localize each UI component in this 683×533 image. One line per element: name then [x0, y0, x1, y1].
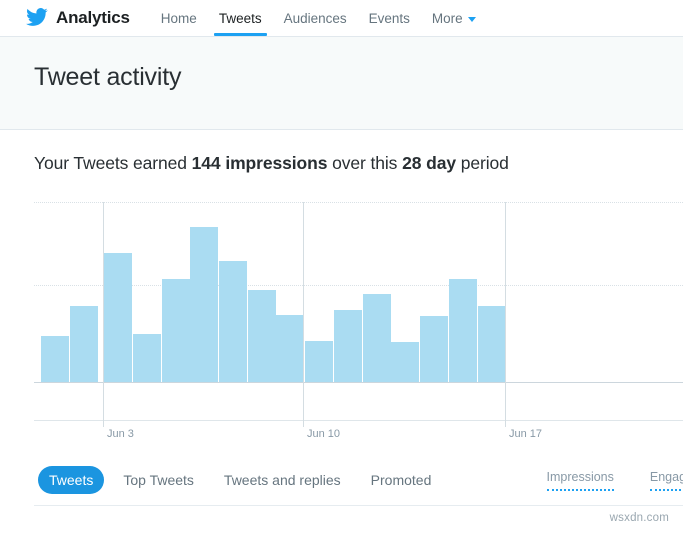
chart-bar[interactable]	[334, 310, 362, 382]
tab-top-tweets[interactable]: Top Tweets	[112, 466, 205, 494]
chart-bar[interactable]	[449, 279, 477, 382]
chart-bar[interactable]	[190, 227, 218, 382]
chart-bar[interactable]	[248, 290, 276, 382]
chart-bar[interactable]	[276, 315, 304, 382]
summary-impressions: 144 impressions	[191, 153, 328, 173]
chart-bar[interactable]	[133, 334, 161, 382]
chart-filter-bar: Tweets Top Tweets Tweets and replies Pro…	[0, 466, 683, 500]
tab-promoted[interactable]: Promoted	[360, 466, 443, 494]
chart-axis-rule	[34, 420, 683, 421]
chart-bar[interactable]	[391, 342, 419, 382]
chart-bar[interactable]	[70, 306, 98, 382]
nav-item-label: Tweets	[218, 10, 262, 26]
nav-item-home[interactable]: Home	[150, 0, 208, 36]
tab-label: Promoted	[370, 472, 432, 488]
chart-bar[interactable]	[219, 261, 247, 382]
chart-week-divider	[505, 202, 506, 427]
chart-bar[interactable]	[104, 253, 132, 382]
brand-name: Analytics	[56, 8, 130, 27]
watermark: wsxdn.com	[609, 512, 669, 524]
chart-gridline-0	[34, 202, 683, 203]
summary-middle: over this	[327, 153, 403, 173]
twitter-bird-icon	[26, 8, 48, 26]
chart-x-tick-label: Jun 17	[509, 428, 543, 440]
chart-bar[interactable]	[162, 279, 190, 382]
chevron-down-icon	[467, 16, 476, 22]
page-title: Tweet activity	[34, 63, 182, 91]
nav-item-label: Home	[160, 10, 197, 26]
nav-item-label: Audiences	[283, 10, 347, 26]
chart-plot-area: Jun 3 Jun 10 Jun 17	[0, 195, 683, 445]
chart-x-tick-label: Jun 3	[107, 428, 134, 440]
tweet-filter-tabs: Tweets Top Tweets Tweets and replies Pro…	[38, 466, 450, 494]
summary-prefix: Your Tweets earned	[34, 153, 192, 173]
impressions-bar-chart: Jun 3 Jun 10 Jun 17	[0, 195, 683, 445]
tab-label: Tweets and replies	[223, 472, 341, 488]
chart-bar[interactable]	[420, 316, 448, 382]
metric-impressions[interactable]: Impressions	[546, 470, 614, 491]
tweet-activity-page: Analytics Home Tweets Audiences Events M…	[0, 0, 683, 533]
chart-baseline	[34, 382, 683, 383]
chart-bar[interactable]	[305, 341, 333, 382]
nav-item-label: More	[431, 10, 463, 26]
tab-label: Tweets	[49, 472, 94, 488]
tab-tweets-and-replies[interactable]: Tweets and replies	[213, 466, 352, 494]
chart-week-divider	[303, 202, 304, 427]
summary-suffix: period	[455, 153, 509, 173]
filter-bar-divider	[34, 505, 683, 506]
chart-bar[interactable]	[363, 294, 391, 382]
chart-bar[interactable]	[41, 336, 69, 382]
metric-selectors: Impressions Engage	[511, 470, 683, 491]
chart-x-tick-label: Jun 10	[307, 428, 341, 440]
impressions-summary: Your Tweets earned 144 impressions over …	[34, 153, 509, 174]
nav-item-tweets[interactable]: Tweets	[208, 0, 273, 36]
chart-week-divider	[103, 202, 104, 427]
metric-engagements[interactable]: Engage	[649, 470, 683, 491]
nav-item-label: Events	[368, 10, 410, 26]
nav-item-more[interactable]: More	[421, 0, 487, 36]
nav-item-events[interactable]: Events	[358, 0, 421, 36]
tab-label: Top Tweets	[123, 472, 194, 488]
top-navigation-bar: Analytics Home Tweets Audiences Events M…	[0, 0, 683, 37]
tab-tweets[interactable]: Tweets	[38, 466, 105, 494]
nav-item-audiences[interactable]: Audiences	[273, 0, 358, 36]
chart-bar[interactable]	[478, 306, 506, 382]
summary-period: 28 day	[402, 153, 456, 173]
title-band: Tweet activity	[0, 37, 683, 130]
brand-logo[interactable]: Analytics	[26, 8, 130, 28]
main-nav: Home Tweets Audiences Events More	[150, 0, 487, 36]
